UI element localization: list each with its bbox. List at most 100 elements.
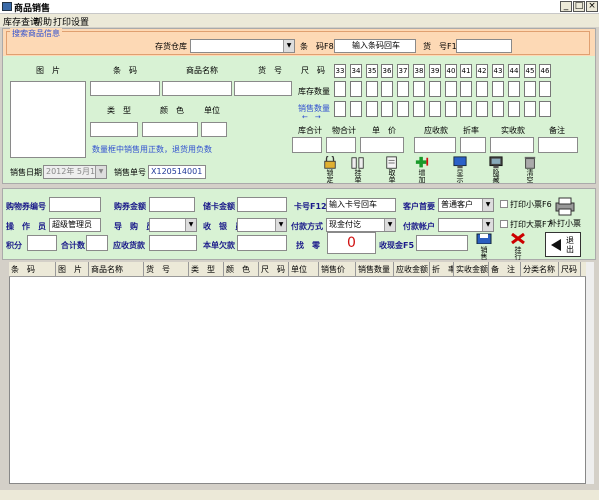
print-large-checkbox[interactable] xyxy=(500,220,508,228)
sale-qty-cell[interactable] xyxy=(334,101,346,117)
grid-column-header[interactable]: 尺码 xyxy=(559,262,581,277)
sale-qty-cell[interactable] xyxy=(429,101,441,117)
menu-print-settings[interactable]: 打印设置 xyxy=(53,15,89,28)
toolbar-lock-button[interactable]: 锁 定 xyxy=(318,156,342,184)
customer-select[interactable]: 普通客户 ▼ xyxy=(438,198,494,212)
exit-label: 退 出 xyxy=(566,236,574,254)
maximize-button[interactable]: □ xyxy=(573,1,585,12)
toolbar-label: 显 示 xyxy=(456,169,464,184)
printer-icon[interactable] xyxy=(553,196,577,216)
cashier-select[interactable]: ▼ xyxy=(237,218,287,232)
stock-qty-cell xyxy=(334,81,346,97)
color-header: 颜 色 xyxy=(160,106,184,115)
grid-column-header[interactable]: 尺 码 xyxy=(259,262,289,277)
stock-qty-cell xyxy=(476,81,488,97)
barcode-search-input[interactable]: 输入条码回车 xyxy=(334,39,416,53)
sale-qty-cell[interactable] xyxy=(539,101,551,117)
sale-qty-cell[interactable] xyxy=(460,101,472,117)
card-no-input[interactable]: 输入卡号回车 xyxy=(326,198,396,212)
grid-column-header[interactable]: 分类名称 xyxy=(521,262,559,277)
grid-scrollbar[interactable] xyxy=(586,262,594,484)
grid-column-header[interactable]: 备 注 xyxy=(489,262,521,277)
grid-column-header[interactable]: 销售数量 xyxy=(356,262,394,277)
sale-qty-cell[interactable] xyxy=(508,101,520,117)
grid-column-header[interactable]: 折 率 xyxy=(430,262,454,277)
grid-column-header[interactable]: 实收金额 xyxy=(454,262,489,277)
status-bar xyxy=(0,490,599,500)
toolbar-add-button[interactable]: 增 加 xyxy=(410,156,434,184)
size-header-cell: 40 xyxy=(445,64,457,78)
hang-label: 挂 行 xyxy=(514,246,522,261)
toolbar-take-order-button[interactable]: 取 单 xyxy=(380,156,404,184)
owed-field xyxy=(237,235,287,251)
remark-field[interactable] xyxy=(538,137,578,153)
sale-qty-cell[interactable] xyxy=(366,101,378,117)
minimize-button[interactable]: _ xyxy=(560,1,572,12)
stock-qty-cell xyxy=(539,81,551,97)
toolbar-trash-button[interactable]: 清 空 xyxy=(518,156,542,184)
toolbar-hang-order-button[interactable]: 挂 单 xyxy=(346,156,370,184)
product-image-box xyxy=(10,81,86,158)
sale-qty-cell[interactable] xyxy=(492,101,504,117)
card-amt-field[interactable] xyxy=(237,197,287,212)
product-unit-field[interactable] xyxy=(201,122,227,137)
itemno-search-input[interactable] xyxy=(456,39,512,53)
trash-icon xyxy=(524,156,536,169)
size-header-cell: 43 xyxy=(492,64,504,78)
discount-field[interactable] xyxy=(460,137,486,153)
product-type-field[interactable] xyxy=(90,122,138,137)
sale-qty-cell[interactable] xyxy=(350,101,362,117)
grid-column-header[interactable]: 应收金额 xyxy=(394,262,430,277)
card-amt-label: 储卡金额 xyxy=(203,202,235,211)
product-name-field[interactable] xyxy=(162,81,232,96)
grid-column-header[interactable]: 图 片 xyxy=(56,262,89,277)
unit-price-field[interactable] xyxy=(360,137,404,153)
hang-button[interactable]: 挂 行 xyxy=(507,232,529,261)
toolbar-display-button[interactable]: 显 示 xyxy=(448,156,472,184)
grid-column-header[interactable]: 颜 色 xyxy=(224,262,259,277)
product-itemno-field[interactable] xyxy=(234,81,292,96)
change-label: 找 零 xyxy=(296,241,320,250)
coupon-no-field[interactable] xyxy=(49,197,101,212)
pay-account-select[interactable]: ▼ xyxy=(438,218,494,232)
grid-column-header[interactable]: 条 码 xyxy=(9,262,56,277)
sale-qty-cell[interactable] xyxy=(476,101,488,117)
toolbar-monitor-hide-button[interactable]: 隐 藏 xyxy=(484,156,508,184)
points-label: 积分 xyxy=(6,241,22,250)
receivable-amt-label: 应收货款 xyxy=(113,241,145,250)
coupon-amt-field[interactable] xyxy=(149,197,195,212)
print-small-checkbox[interactable] xyxy=(500,200,508,208)
close-button[interactable]: × xyxy=(586,1,598,12)
sale-qty-cell[interactable] xyxy=(445,101,457,117)
sell-button[interactable]: 销 售 xyxy=(473,233,495,261)
menu-help[interactable]: 帮助 xyxy=(34,15,52,28)
cancel-x-icon xyxy=(511,232,525,245)
product-color-field[interactable] xyxy=(142,122,198,137)
customer-label: 客户首要 xyxy=(403,202,435,211)
sale-date-picker[interactable]: 2012年 5月14日 ▼ xyxy=(43,165,107,179)
size-header-cell: 35 xyxy=(366,64,378,78)
coupon-no-label: 购物券编号 xyxy=(6,202,46,211)
grid-column-header[interactable]: 类 型 xyxy=(189,262,224,277)
grid-column-header[interactable]: 货 号 xyxy=(144,262,189,277)
guide-select[interactable]: ▼ xyxy=(149,218,197,232)
operator-field: 超级管理员 xyxy=(49,218,101,232)
product-barcode-field[interactable] xyxy=(90,81,160,96)
sale-qty-cell[interactable] xyxy=(413,101,425,117)
exit-button[interactable]: 退 出 xyxy=(545,232,581,257)
warehouse-label: 存货仓库 xyxy=(155,42,187,51)
actual-field[interactable] xyxy=(490,137,534,153)
grid-column-header[interactable]: 销售价 xyxy=(319,262,356,277)
reprint-button[interactable]: 补打小票 xyxy=(549,218,581,229)
pay-method-select[interactable]: 现金付讫 ▼ xyxy=(326,218,396,232)
received-field[interactable] xyxy=(416,235,468,251)
sales-grid[interactable] xyxy=(9,262,586,484)
itemno-header: 货 号 xyxy=(258,66,282,75)
grid-column-header[interactable]: 商品名称 xyxy=(89,262,144,277)
scroll-arrows[interactable]: ← → xyxy=(302,112,321,122)
warehouse-select[interactable]: ▼ xyxy=(190,39,295,53)
sale-qty-cell[interactable] xyxy=(397,101,409,117)
sale-qty-cell[interactable] xyxy=(381,101,393,117)
grid-column-header[interactable]: 单位 xyxy=(289,262,319,277)
sale-qty-cell[interactable] xyxy=(524,101,536,117)
